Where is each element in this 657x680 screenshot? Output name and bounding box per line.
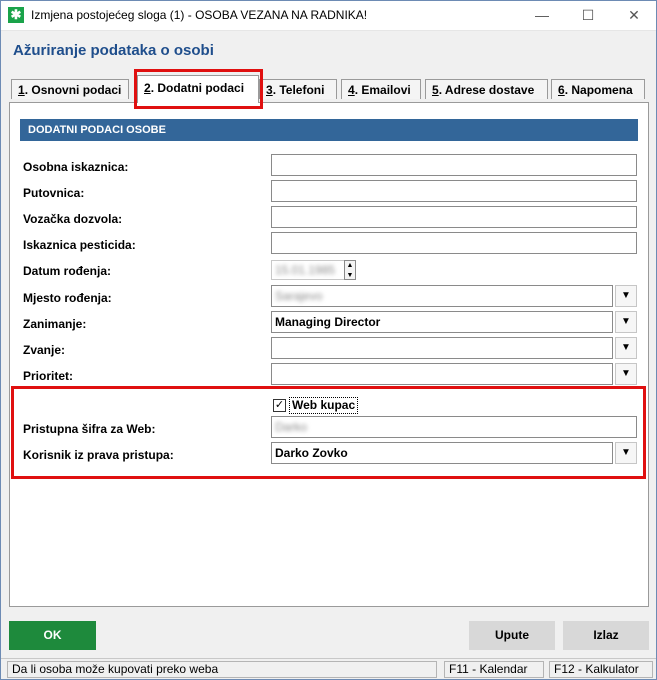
web-kupac-label[interactable]: Web kupac (289, 397, 359, 414)
label-prioritet: Prioritet: (23, 369, 74, 383)
label-osobna-iskaznica: Osobna iskaznica: (23, 160, 129, 174)
mjesto-rodjenja-dropdown-icon[interactable]: ▼ (615, 285, 637, 307)
tab-dodatni-podaci[interactable]: 2. Dodatni podaci (137, 75, 259, 103)
vozacka-dozvola-input[interactable] (271, 206, 637, 228)
prioritet-input[interactable] (271, 363, 613, 385)
title-bar: ✱ Izmjena postojećeg sloga (1) - OSOBA V… (1, 1, 656, 31)
label-zvanje: Zvanje: (23, 343, 66, 357)
izlaz-button[interactable]: Izlaz (563, 621, 649, 650)
tab-strip: 1. Osnovni podaci 2. Dodatni podaci 3. T… (9, 73, 649, 103)
section-header: DODATNI PODACI OSOBE (20, 119, 638, 141)
label-putovnica: Putovnica: (23, 186, 85, 200)
label-pristupna-sifra: Pristupna šifra za Web: (23, 422, 156, 436)
datum-rodjenja-input[interactable]: 15.01.1985 (271, 260, 345, 280)
label-korisnik-prava: Korisnik iz prava pristupa: (23, 448, 174, 462)
prioritet-dropdown-icon[interactable]: ▼ (615, 363, 637, 385)
iskaznica-pesticida-input[interactable] (271, 232, 637, 254)
zvanje-input[interactable] (271, 337, 613, 359)
status-message: Da li osoba može kupovati preko weba (7, 661, 437, 678)
spinner-icon[interactable]: ▲ ▼ (344, 260, 356, 280)
spin-down-icon[interactable]: ▼ (345, 271, 355, 281)
zanimanje-input[interactable]: Managing Director (271, 311, 613, 333)
spin-up-icon[interactable]: ▲ (345, 261, 355, 271)
korisnik-prava-dropdown-icon[interactable]: ▼ (615, 442, 637, 464)
label-iskaznica-pesticida: Iskaznica pesticida: (23, 238, 136, 252)
tab-panel: DODATNI PODACI OSOBE Osobna iskaznica: P… (9, 102, 649, 607)
app-icon: ✱ (8, 7, 24, 23)
window-title: Izmjena postojećeg sloga (1) - OSOBA VEZ… (31, 8, 368, 22)
checkmark-icon: ✓ (274, 399, 285, 411)
pristupna-sifra-input[interactable]: Darko (271, 416, 637, 438)
label-zanimanje: Zanimanje: (23, 317, 87, 331)
korisnik-prava-input[interactable]: Darko Zovko (271, 442, 613, 464)
tab-adrese-dostave[interactable]: 5. Adrese dostave (425, 79, 548, 99)
zanimanje-dropdown-icon[interactable]: ▼ (615, 311, 637, 333)
ok-button[interactable]: OK (9, 621, 96, 650)
minimize-button[interactable]: — (519, 1, 565, 30)
tab-emailovi[interactable]: 4. Emailovi (341, 79, 421, 99)
zvanje-dropdown-icon[interactable]: ▼ (615, 337, 637, 359)
status-f12: F12 - Kalkulator (549, 661, 653, 678)
status-f11: F11 - Kalendar (444, 661, 544, 678)
osobna-iskaznica-input[interactable] (271, 154, 637, 176)
mjesto-rodjenja-input[interactable]: Sarajevo (271, 285, 613, 307)
putovnica-input[interactable] (271, 180, 637, 202)
status-bar: Da li osoba može kupovati preko weba F11… (1, 658, 656, 679)
close-button[interactable]: ✕ (611, 1, 656, 30)
tab-napomena[interactable]: 6. Napomena (551, 79, 645, 99)
upute-button[interactable]: Upute (469, 621, 555, 650)
label-mjesto-rodjenja: Mjesto rođenja: (23, 291, 112, 305)
label-vozacka-dozvola: Vozačka dozvola: (23, 212, 123, 226)
page-title: Ažuriranje podataka o osobi (13, 42, 214, 59)
tab-telefoni[interactable]: 3. Telefoni (259, 79, 337, 99)
label-datum-rodjenja: Datum rođenja: (23, 264, 112, 278)
web-kupac-checkbox[interactable]: ✓ (273, 399, 286, 412)
maximize-button[interactable]: ☐ (565, 1, 611, 30)
tab-osnovni-podaci[interactable]: 1. Osnovni podaci (11, 79, 129, 99)
dialog-window: ✱ Izmjena postojećeg sloga (1) - OSOBA V… (0, 0, 657, 680)
